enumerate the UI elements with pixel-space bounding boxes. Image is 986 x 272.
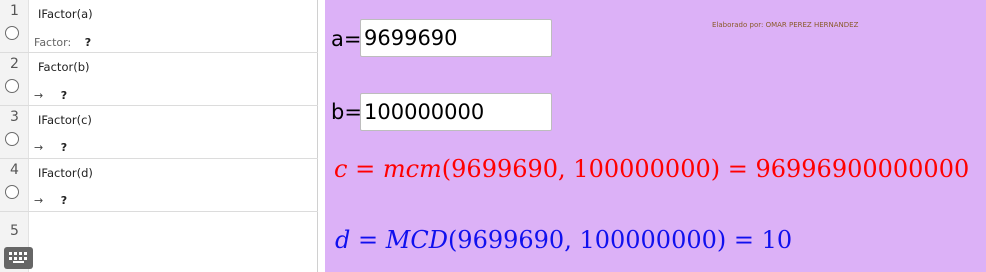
visibility-toggle-icon[interactable] <box>5 79 19 93</box>
row-output: → ? <box>34 194 67 207</box>
input-b-label: b= <box>331 100 362 124</box>
row-number: 4 <box>10 162 19 178</box>
row-number: 5 <box>10 223 19 239</box>
output-prefix: Factor: <box>34 36 72 49</box>
row-number: 1 <box>10 3 19 19</box>
formula-d-gcd: d = MCD(9699690, 100000000) = 10 <box>335 226 793 254</box>
input-a-field[interactable]: 9699690 <box>360 19 552 57</box>
row-number: 3 <box>10 109 19 125</box>
row-command[interactable]: IFactor(a) <box>38 7 93 21</box>
algebra-input-row[interactable]: 5 <box>0 212 318 272</box>
visibility-toggle-icon[interactable] <box>5 132 19 146</box>
algebra-row-3[interactable]: 3 IFactor(c) → ? <box>0 106 318 159</box>
algebra-view: 1 IFactor(a) Factor: ? 2 Factor(b) → ? 3… <box>0 0 318 272</box>
visibility-toggle-icon[interactable] <box>5 26 19 40</box>
row-number: 2 <box>10 56 19 72</box>
algebra-row-4[interactable]: 4 IFactor(d) → ? <box>0 159 318 212</box>
output-arrow: → <box>34 141 44 154</box>
algebra-row-1[interactable]: 1 IFactor(a) Factor: ? <box>0 0 318 53</box>
row-command[interactable]: IFactor(d) <box>38 166 93 180</box>
output-value: ? <box>60 141 68 154</box>
output-arrow: → <box>34 89 44 102</box>
input-b-field[interactable]: 100000000 <box>360 93 552 131</box>
output-value: ? <box>60 89 68 102</box>
row-command[interactable]: Factor(b) <box>38 60 89 74</box>
author-credit: Elaborado por: OMAR PEREZ HERNANDEZ <box>712 21 859 29</box>
visibility-toggle-icon[interactable] <box>5 185 19 199</box>
algebra-row-2[interactable]: 2 Factor(b) → ? <box>0 53 318 106</box>
row-output: → ? <box>34 89 67 102</box>
row-command[interactable]: IFactor(c) <box>38 113 92 127</box>
output-arrow: → <box>34 194 44 207</box>
row-output: Factor: ? <box>34 36 91 49</box>
output-value: ? <box>60 194 68 207</box>
graphics-view[interactable]: Elaborado por: OMAR PEREZ HERNANDEZ a= 9… <box>325 0 986 272</box>
input-a-label: a= <box>331 27 362 51</box>
row-output: → ? <box>34 141 67 154</box>
formula-c-lcm: c = mcm(9699690, 100000000) = 9699690000… <box>334 155 970 183</box>
keyboard-icon[interactable] <box>4 247 33 269</box>
output-value: ? <box>84 36 92 49</box>
